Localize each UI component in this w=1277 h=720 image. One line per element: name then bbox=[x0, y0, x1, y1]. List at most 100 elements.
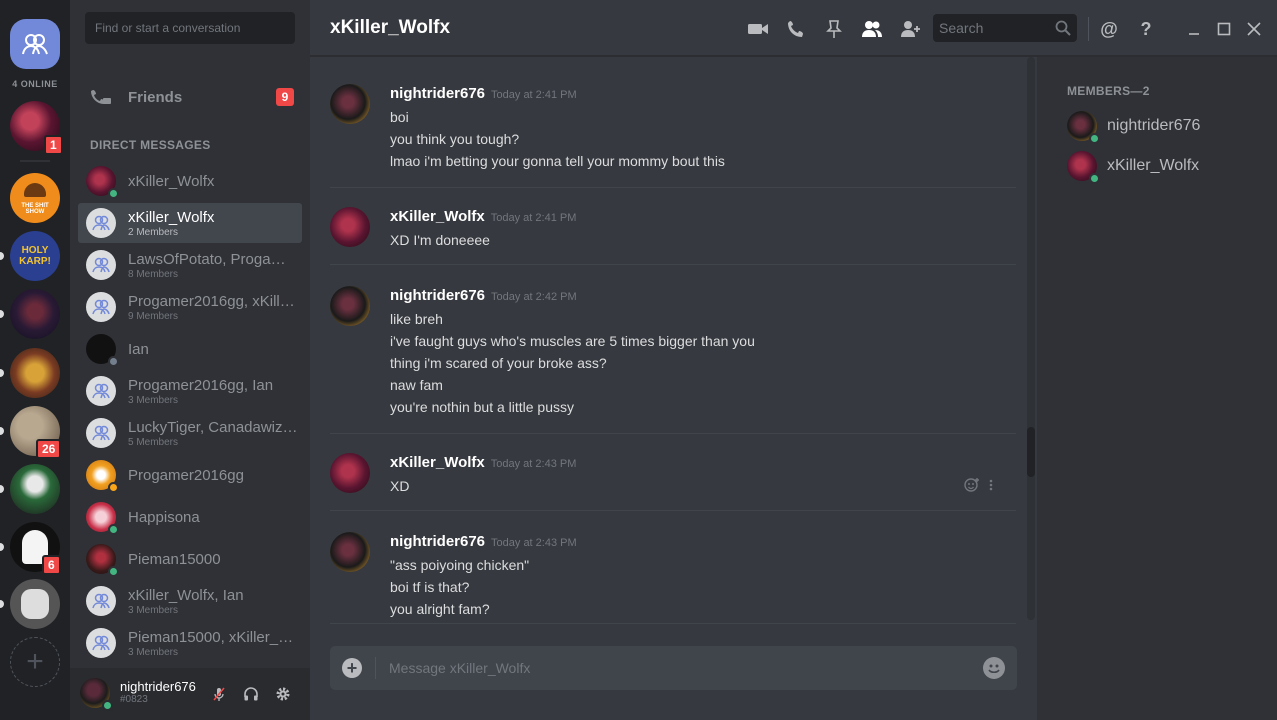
more-options-icon[interactable] bbox=[988, 478, 994, 492]
unread-pill bbox=[0, 543, 4, 551]
mentions-icon[interactable]: @ bbox=[1098, 18, 1120, 40]
minimize-icon[interactable] bbox=[1183, 18, 1205, 40]
member-name: nightrider676 bbox=[1107, 117, 1201, 134]
dm-member-count: 2 Members bbox=[128, 226, 179, 238]
group-dm-icon bbox=[86, 208, 116, 238]
dm-avatar bbox=[86, 166, 119, 199]
dm-member-count: 3 Members bbox=[128, 604, 179, 616]
dm-item[interactable]: xKiller_Wolfx bbox=[78, 161, 302, 201]
owl-server-icon[interactable] bbox=[10, 579, 60, 629]
message-text: you think you tough? bbox=[390, 131, 520, 147]
unread-pill bbox=[0, 369, 4, 377]
dm-text: LuckyTiger, Canadawizard, …5 Members bbox=[128, 419, 298, 448]
dm-text: Pieman15000 bbox=[128, 551, 298, 568]
pin-icon[interactable] bbox=[823, 18, 845, 40]
message-author[interactable]: nightrider676 Today at 2:42 PM bbox=[390, 287, 577, 304]
home-button[interactable] bbox=[10, 19, 60, 69]
the-shit-show-server-icon[interactable]: THE SHIT SHOW bbox=[10, 173, 60, 223]
voice-call-icon[interactable] bbox=[785, 18, 807, 40]
dm-item[interactable]: Progamer2016gg bbox=[78, 455, 302, 495]
dm-item[interactable]: Pieman15000, xKiller_Wolfx, …3 Members bbox=[78, 623, 302, 663]
group-dm-icon bbox=[86, 586, 116, 616]
member-item[interactable]: nightrider676 bbox=[1067, 110, 1201, 144]
league-of-legends-server-icon[interactable] bbox=[10, 348, 60, 398]
dm-name: Ian bbox=[128, 340, 149, 358]
dm-item[interactable]: LuckyTiger, Canadawizard, …5 Members bbox=[78, 413, 302, 453]
header-search-input[interactable]: Search bbox=[933, 14, 1077, 42]
member-avatar bbox=[1067, 111, 1100, 144]
direct-messages-heading: DIRECT MESSAGES bbox=[90, 138, 211, 152]
dm-item[interactable]: Progamer2016gg, Ian 3 Members bbox=[78, 371, 302, 411]
message-avatar[interactable] bbox=[330, 286, 370, 326]
unread-pill bbox=[0, 427, 4, 435]
message-avatar[interactable] bbox=[330, 532, 370, 572]
message-text: you alright fam? bbox=[390, 601, 490, 617]
message-author[interactable]: nightrider676 Today at 2:43 PM bbox=[390, 533, 577, 550]
dm-text: xKiller_Wolfx, Ian 3 Members bbox=[128, 587, 298, 616]
message-text: like breh bbox=[390, 311, 443, 327]
rail-separator bbox=[20, 160, 50, 162]
conversation-search-input[interactable]: Find or start a conversation bbox=[85, 12, 295, 44]
members-heading: MEMBERS—2 bbox=[1067, 84, 1150, 98]
emoji-picker-icon[interactable] bbox=[983, 657, 1005, 679]
user-panel: nightrider676 #0823 bbox=[70, 668, 310, 720]
upload-plus-icon[interactable]: + bbox=[342, 658, 362, 678]
blood-server-icon[interactable] bbox=[10, 289, 60, 339]
maximize-icon[interactable] bbox=[1213, 18, 1235, 40]
message-text: XD I'm doneeee bbox=[390, 232, 490, 248]
dm-item[interactable]: xKiller_Wolfx 2 Members bbox=[78, 203, 302, 243]
message-author[interactable]: xKiller_Wolfx Today at 2:43 PM bbox=[390, 454, 576, 471]
scrollbar-thumb[interactable] bbox=[1027, 427, 1035, 477]
message-list[interactable]: nightrider676 Today at 2:41 PM boi you thin… bbox=[310, 57, 1037, 630]
status-dot bbox=[108, 566, 119, 577]
scrollbar-track[interactable] bbox=[1027, 57, 1035, 620]
dm-member-count: 9 Members bbox=[128, 310, 179, 322]
joker-server-icon[interactable] bbox=[10, 464, 60, 514]
add-server-button[interactable]: + bbox=[10, 637, 60, 687]
add-reaction-icon[interactable] bbox=[964, 477, 980, 493]
dm-item[interactable]: Happisona bbox=[78, 497, 302, 537]
message-timestamp: Today at 2:43 PM bbox=[490, 458, 577, 470]
dm-text: Pieman15000, xKiller_Wolfx, …3 Members bbox=[128, 629, 298, 658]
video-call-icon[interactable] bbox=[747, 18, 769, 40]
close-icon[interactable] bbox=[1243, 18, 1265, 40]
dm-item[interactable]: Ian bbox=[78, 329, 302, 369]
dm-name: Happisona bbox=[128, 508, 200, 526]
message-group: nightrider676 Today at 2:43 PM "ass poiyoi… bbox=[330, 532, 1016, 624]
user-tag: #0823 bbox=[120, 694, 148, 705]
friends-badge: 9 bbox=[276, 88, 294, 106]
moon-server-badge: 26 bbox=[36, 439, 62, 459]
group-dm-icon bbox=[86, 250, 116, 280]
member-list-icon[interactable] bbox=[861, 18, 883, 40]
help-icon[interactable]: ? bbox=[1135, 18, 1157, 40]
message-composer[interactable]: + Message xKiller_Wolfx bbox=[330, 646, 1017, 690]
group-dm-icon bbox=[86, 292, 116, 322]
message-group: nightrider676 Today at 2:42 PM like breh i'… bbox=[330, 286, 1016, 434]
group-dm-icon bbox=[86, 628, 116, 658]
message-timestamp: Today at 2:41 PM bbox=[491, 89, 577, 101]
message-avatar[interactable] bbox=[330, 453, 370, 493]
online-count: 4 ONLINE bbox=[12, 79, 58, 89]
dm-name: LuckyTiger, Canadawizard, … bbox=[128, 418, 298, 436]
settings-gear-icon[interactable] bbox=[274, 685, 292, 703]
message-author[interactable]: xKiller_Wolfx Today at 2:41 PM bbox=[390, 208, 576, 225]
user-avatar[interactable] bbox=[80, 678, 113, 711]
friends-nav-item[interactable]: Friends 9 bbox=[78, 80, 302, 114]
mute-microphone-icon[interactable] bbox=[210, 685, 228, 703]
member-name: xKiller_Wolfx bbox=[1107, 157, 1200, 174]
message-author[interactable]: nightrider676 Today at 2:41 PM bbox=[390, 85, 577, 102]
dm-item[interactable]: Pieman15000 bbox=[78, 539, 302, 579]
message-avatar[interactable] bbox=[330, 84, 370, 124]
author-name: nightrider676 bbox=[390, 533, 486, 550]
message-input[interactable]: Message xKiller_Wolfx bbox=[389, 660, 530, 676]
dm-item[interactable]: LawsOfPotato, Progamer2016gg, …8 Members bbox=[78, 245, 302, 285]
dm-item[interactable]: xKiller_Wolfx, Ian 3 Members bbox=[78, 581, 302, 621]
member-item[interactable]: xKiller_Wolfx bbox=[1067, 150, 1200, 184]
holy-karp-server-icon[interactable]: HOLY KARP! bbox=[10, 231, 60, 281]
message-avatar[interactable] bbox=[330, 207, 370, 247]
dm-item[interactable]: Progamer2016gg, xKiller_Wolfx, …9 Member… bbox=[78, 287, 302, 327]
dm-text: Progamer2016gg bbox=[128, 467, 298, 484]
member-list-panel: MEMBERS—2 nightrider676 xKiller_Wolfx bbox=[1037, 57, 1277, 720]
add-friend-to-dm-icon[interactable] bbox=[899, 18, 921, 40]
headphones-icon[interactable] bbox=[242, 685, 260, 703]
